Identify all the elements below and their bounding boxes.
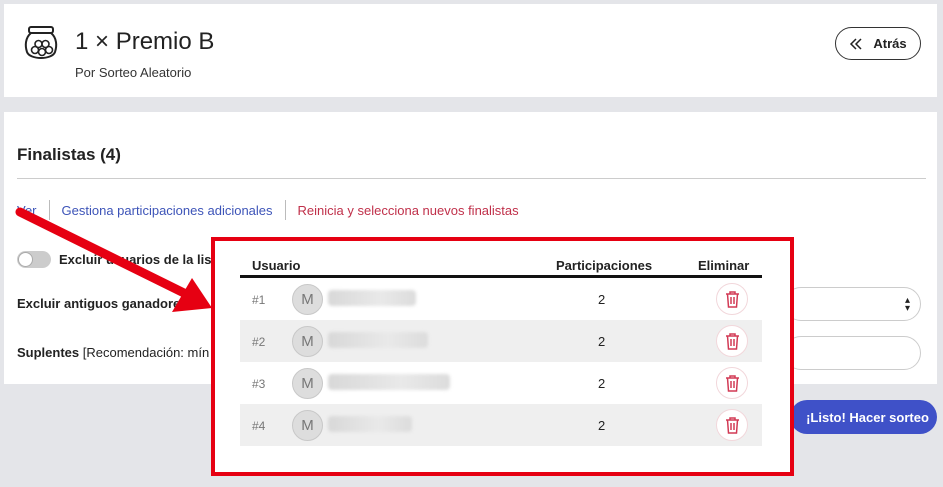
back-button[interactable]: Atrás [835, 27, 921, 60]
row-entries: 2 [598, 418, 606, 433]
delete-button[interactable] [716, 325, 748, 357]
draw-button[interactable]: ¡Listo! Hacer sorteo [790, 400, 937, 434]
row-entries: 2 [598, 376, 606, 391]
exclude-list-label: Excluir usuarios de la lista [59, 252, 224, 267]
delete-button[interactable] [716, 283, 748, 315]
divider [17, 178, 926, 179]
col-entries: Participaciones [556, 258, 653, 273]
col-delete: Eliminar [698, 258, 750, 273]
exclude-winners-select[interactable]: ▴ ▾ [784, 287, 921, 321]
delete-button[interactable] [716, 367, 748, 399]
substitutes-hint: [Recomendación: mín [82, 345, 210, 360]
exclude-winners-label: Excluir antiguos ganadores [17, 296, 188, 311]
table-row: #1 M 2 [240, 278, 762, 320]
trash-icon [725, 290, 739, 308]
lottery-jar-icon [24, 26, 58, 59]
substitutes-title: Suplentes [17, 345, 80, 360]
table-header: Usuario Participaciones Eliminar [240, 256, 762, 278]
trash-icon [725, 332, 739, 350]
row-rank: #2 [252, 335, 266, 349]
table-row: #3 M 2 [240, 362, 762, 404]
row-entries: 2 [598, 334, 606, 349]
exclude-list-toggle[interactable] [17, 251, 51, 268]
page-subtitle: Por Sorteo Aleatorio [75, 65, 192, 80]
select-caret-icon: ▴ ▾ [904, 295, 910, 314]
blurred-username [328, 374, 450, 390]
col-user: Usuario [252, 258, 301, 273]
prize-header: 1 × Premio B Por Sorteo Aleatorio Atrás [4, 4, 937, 97]
trash-icon [725, 374, 739, 392]
avatar: M [292, 410, 323, 441]
blurred-username [328, 332, 428, 348]
back-button-label: Atrás [873, 36, 907, 51]
finalists-actions: Ver Gestiona participaciones adicionales… [17, 200, 519, 220]
avatar: M [292, 368, 323, 399]
view-link[interactable]: Ver [17, 203, 37, 218]
avatar: M [292, 284, 323, 315]
blurred-username [328, 290, 416, 306]
page-title: 1 × Premio B [75, 28, 215, 55]
row-entries: 2 [598, 292, 606, 307]
substitutes-input[interactable] [784, 336, 921, 370]
section-title: Finalistas (4) [17, 145, 121, 164]
separator [48, 200, 50, 220]
blurred-username [328, 416, 412, 432]
table-row: #2 M 2 [240, 320, 762, 362]
finalists-table: Usuario Participaciones Eliminar #1 M 2 … [240, 256, 762, 446]
row-rank: #1 [252, 293, 266, 307]
toggle-knob [18, 252, 33, 267]
manage-entries-link[interactable]: Gestiona participaciones adicionales [62, 203, 273, 218]
avatar: M [292, 326, 323, 357]
row-rank: #3 [252, 377, 266, 391]
double-chevron-left-icon [850, 37, 862, 50]
separator [284, 200, 286, 220]
table-row: #4 M 2 [240, 404, 762, 446]
delete-button[interactable] [716, 409, 748, 441]
row-rank: #4 [252, 419, 266, 433]
substitutes-label: Suplentes [Recomendación: mín [17, 345, 209, 360]
reset-finalists-link[interactable]: Reinicia y selecciona nuevos finalistas [298, 203, 519, 218]
trash-icon [725, 416, 739, 434]
